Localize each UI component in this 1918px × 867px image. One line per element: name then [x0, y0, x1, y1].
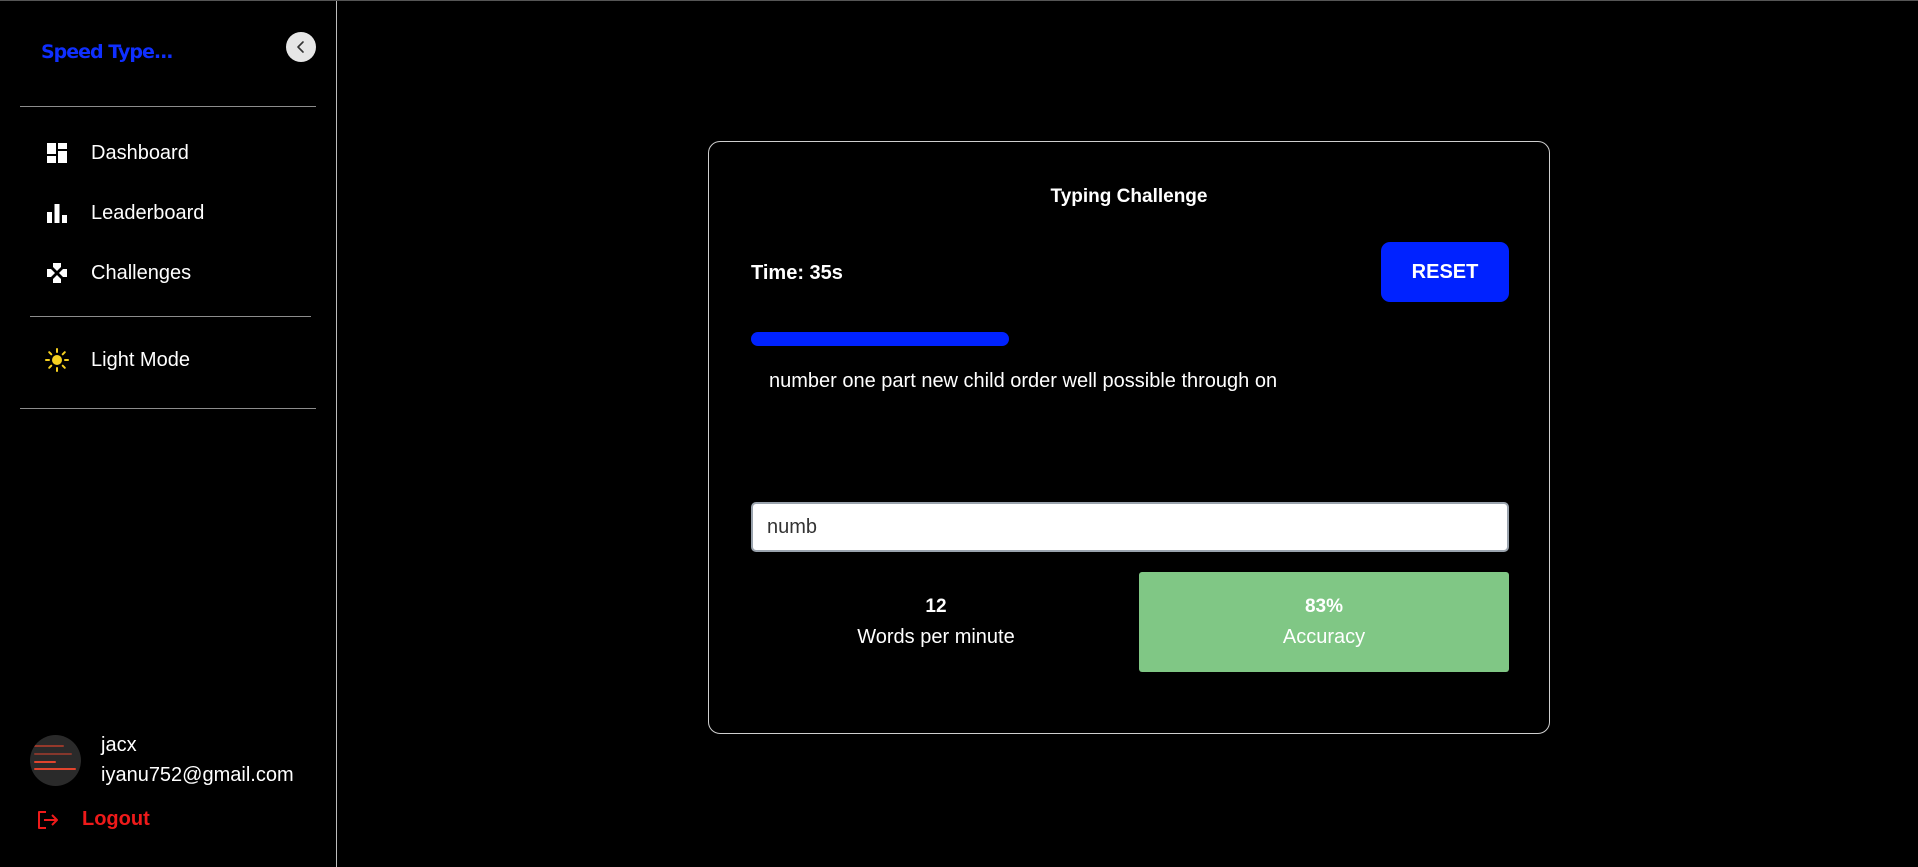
chevron-left-icon [297, 41, 304, 53]
nav-label: Leaderboard [91, 201, 205, 224]
divider [30, 316, 311, 317]
sidebar: Speed Type... Dashboard Leaderboard Chal… [0, 1, 337, 867]
dashboard-icon [45, 141, 69, 165]
typing-input[interactable] [751, 502, 1509, 552]
nav-label: Dashboard [91, 141, 189, 164]
sun-icon [45, 348, 69, 372]
logout-button[interactable]: Logout [36, 808, 150, 831]
nav-label: Challenges [91, 261, 192, 284]
typing-challenge-card: Typing Challenge Time: 35s RESET number … [708, 141, 1550, 734]
nav-label: Light Mode [91, 348, 190, 371]
avatar [30, 734, 81, 786]
collapse-sidebar-button[interactable] [286, 32, 316, 62]
wpm-value: 12 [925, 596, 947, 617]
prompt-text: number one part new child order well pos… [769, 370, 1278, 392]
progress-bar [751, 332, 1509, 346]
nav-item-dashboard[interactable]: Dashboard [45, 135, 305, 171]
card-title: Typing Challenge [1050, 186, 1208, 207]
logout-icon [38, 810, 58, 829]
divider [20, 106, 316, 107]
user-email: iyanu752@gmail.com [101, 764, 294, 786]
bar-chart-icon [45, 201, 69, 225]
divider [20, 408, 316, 409]
accuracy-stat: 83% Accuracy [1139, 572, 1509, 672]
timer: Time: 35s [751, 262, 843, 284]
light-mode-toggle[interactable]: Light Mode [45, 342, 305, 378]
gamepad-icon [45, 261, 69, 285]
logout-label: Logout [82, 808, 150, 830]
accuracy-value: 83% [1304, 596, 1344, 617]
app: Speed Type... Dashboard Leaderboard Chal… [0, 0, 1918, 867]
nav-item-challenges[interactable]: Challenges [45, 255, 305, 291]
accuracy-label: Accuracy [1282, 626, 1366, 648]
nav-item-leaderboard[interactable]: Leaderboard [45, 195, 305, 231]
reset-button[interactable]: RESET [1381, 242, 1509, 302]
user-name: jacx [101, 734, 137, 756]
app-brand[interactable]: Speed Type... [41, 41, 174, 63]
user-profile[interactable]: jacx iyanu752@gmail.com [30, 730, 294, 790]
wpm-stat: 12 Words per minute [751, 572, 1121, 672]
progress-fill [751, 332, 1009, 346]
wpm-label: Words per minute [857, 626, 1015, 648]
